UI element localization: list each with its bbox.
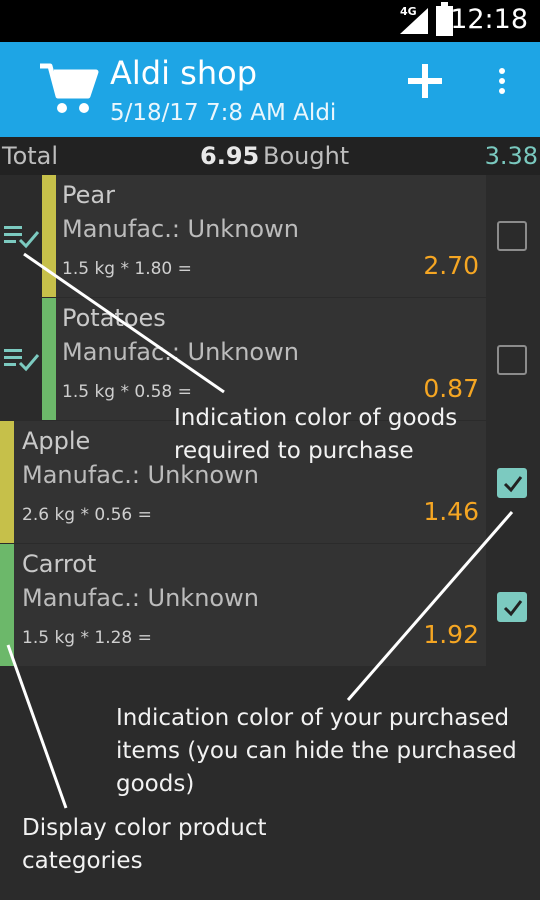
annotation-required: Indication color of goods required to pu… (174, 405, 458, 464)
annotation-categories: Display color product categories (22, 815, 267, 874)
annotation-purchased: Indication color of your purchased items… (116, 705, 517, 797)
